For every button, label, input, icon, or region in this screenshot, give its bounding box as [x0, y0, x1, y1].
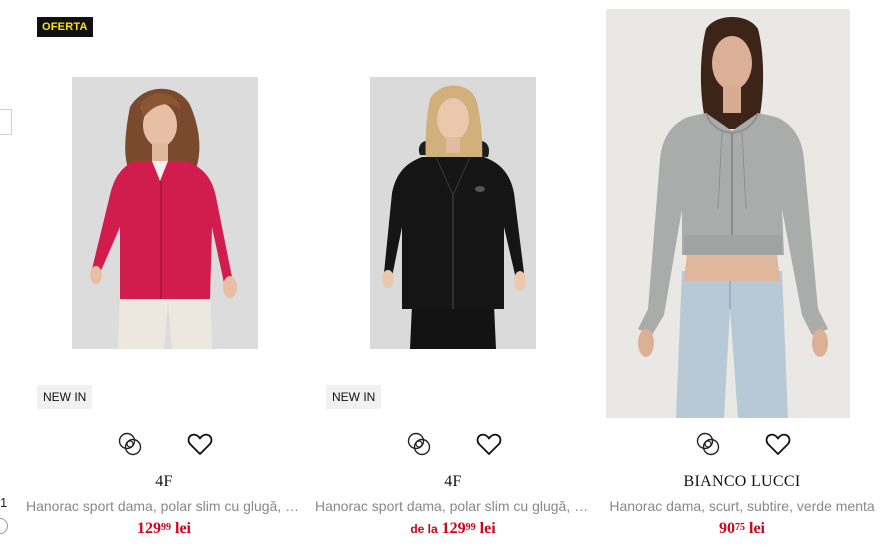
- card-actions: [604, 430, 880, 458]
- heart-outline-icon[interactable]: [186, 430, 214, 458]
- heart-outline-icon[interactable]: [475, 430, 503, 458]
- card-actions: [26, 430, 302, 458]
- price-decimal: 99: [161, 522, 171, 533]
- product-card-3[interactable]: BIANCO LUCCI Hanorac dama, scurt, subtir…: [604, 0, 880, 548]
- product-image[interactable]: [370, 77, 536, 349]
- price-integer: 129: [137, 520, 161, 537]
- product-price: 12999 lei: [26, 520, 302, 538]
- card-actions: [315, 430, 591, 458]
- product-image[interactable]: [72, 77, 258, 349]
- filter-input-edge[interactable]: [0, 109, 12, 135]
- product-card-1[interactable]: OFERTA NEW IN 4F Hanorac sport dama, pol…: [26, 0, 302, 548]
- price-currency: lei: [749, 520, 765, 537]
- product-card-2[interactable]: NEW IN 4F Hanorac sport dama, polar slim…: [315, 0, 591, 548]
- product-description[interactable]: Hanorac sport dama, polar slim cu glugă,…: [315, 498, 591, 514]
- product-brand[interactable]: BIANCO LUCCI: [604, 473, 880, 491]
- compare-circles-icon[interactable]: [694, 430, 722, 458]
- compare-circles-icon[interactable]: [116, 430, 144, 458]
- radio-edge[interactable]: [0, 518, 8, 534]
- product-price: 9075 lei: [604, 520, 880, 538]
- product-brand[interactable]: 4F: [26, 473, 302, 491]
- product-description[interactable]: Hanorac dama, scurt, subtire, verde ment…: [604, 498, 880, 514]
- price-decimal: 99: [465, 522, 476, 533]
- page-number-edge: 1: [0, 495, 8, 510]
- heart-outline-icon[interactable]: [764, 430, 792, 458]
- price-decimal: 75: [735, 522, 745, 533]
- product-brand[interactable]: 4F: [315, 473, 591, 491]
- product-price: de la 12999 lei: [315, 520, 591, 538]
- price-integer: 90: [719, 520, 735, 537]
- price-currency: lei: [479, 520, 496, 537]
- product-image[interactable]: [606, 9, 850, 418]
- product-description[interactable]: Hanorac sport dama, polar slim cu glugă,…: [26, 498, 302, 514]
- price-integer: 129: [441, 520, 466, 537]
- price-currency: lei: [175, 520, 191, 537]
- compare-circles-icon[interactable]: [405, 430, 433, 458]
- price-prefix: de la: [410, 522, 438, 536]
- new-in-badge: NEW IN: [37, 385, 93, 409]
- offer-badge: OFERTA: [37, 17, 93, 37]
- new-in-badge: NEW IN: [326, 385, 382, 409]
